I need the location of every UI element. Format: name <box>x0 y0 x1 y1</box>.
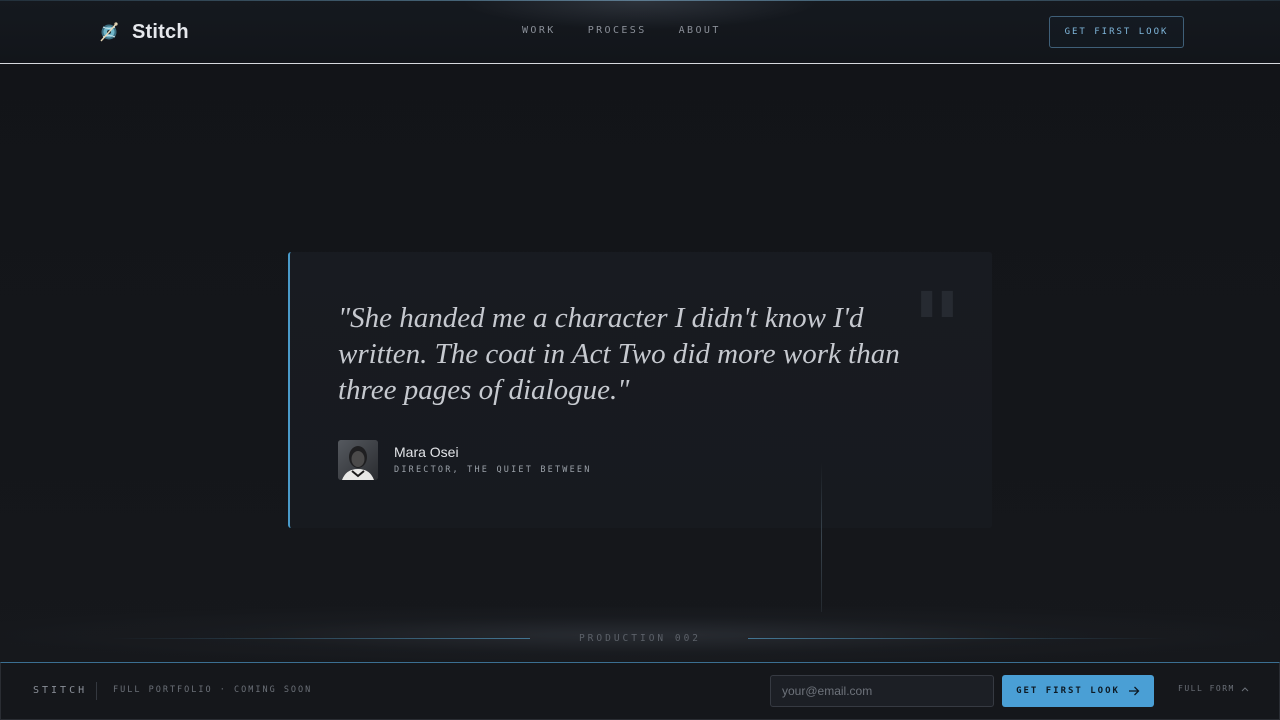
avatar <box>338 440 378 480</box>
author-name: Mara Osei <box>394 444 459 460</box>
main-nav: WORK PROCESS ABOUT <box>522 25 721 36</box>
footer-note: FULL PORTFOLIO · COMING SOON <box>113 685 313 695</box>
vertical-divider <box>821 462 822 612</box>
site-header: Stitch WORK PROCESS ABOUT GET FIRST LOOK <box>0 0 1280 64</box>
chevron-up-icon <box>1241 686 1249 691</box>
spool-needle-icon <box>100 22 118 42</box>
author-role: DIRECTOR, THE QUIET BETWEEN <box>394 465 592 475</box>
brand-logo-link[interactable]: Stitch <box>98 20 189 44</box>
production-label: PRODUCTION 002 <box>578 633 702 644</box>
full-form-label: FULL FORM <box>1178 684 1235 693</box>
email-input[interactable] <box>770 675 994 707</box>
brand-name: Stitch <box>132 20 189 43</box>
footer-cta-label: GET FIRST LOOK <box>1016 686 1120 696</box>
arrow-right-icon <box>1128 686 1140 696</box>
footer-divider <box>96 682 97 700</box>
footer-brand: STITCH <box>33 685 88 696</box>
nav-work[interactable]: WORK <box>522 25 556 36</box>
production-line-right <box>748 638 1170 639</box>
footer-get-first-look-button[interactable]: GET FIRST LOOK <box>1002 675 1154 707</box>
full-form-toggle[interactable]: FULL FORM <box>1178 684 1249 693</box>
author-portrait <box>338 440 378 480</box>
nav-about[interactable]: ABOUT <box>679 25 721 36</box>
testimonial-quote: "She handed me a character I didn't know… <box>338 302 900 406</box>
production-line-left <box>110 638 530 639</box>
get-first-look-button[interactable]: GET FIRST LOOK <box>1049 16 1184 48</box>
nav-process[interactable]: PROCESS <box>588 25 647 36</box>
